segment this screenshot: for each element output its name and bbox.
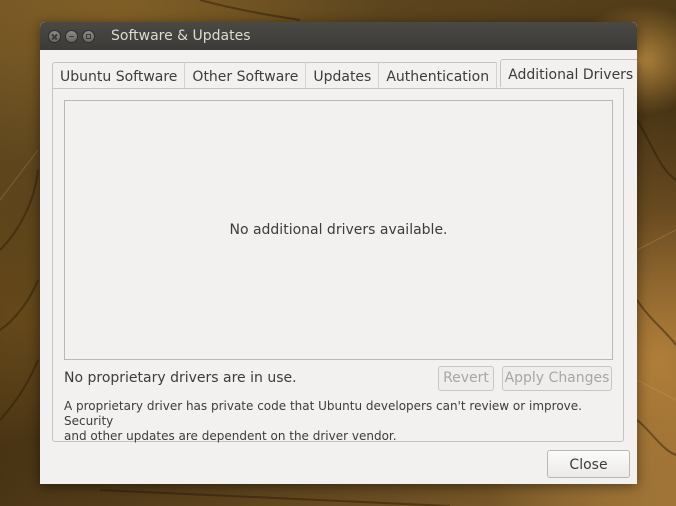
maximize-window-button[interactable] — [82, 29, 95, 43]
titlebar: Software & Updates — [40, 22, 637, 50]
tab-notebook: Ubuntu Software Other Software Updates A… — [52, 59, 637, 444]
drivers-list: No additional drivers available. — [64, 100, 613, 360]
empty-drivers-message: No additional drivers available. — [229, 222, 448, 238]
apply-changes-button[interactable]: Apply Changes — [502, 366, 612, 391]
close-button[interactable]: Close — [547, 450, 630, 478]
window-title: Software & Updates — [111, 28, 251, 44]
software-updates-window: Software & Updates Ubuntu Software Other… — [40, 22, 637, 484]
proprietary-driver-explanation: A proprietary driver has private code th… — [64, 399, 614, 444]
tab-authentication[interactable]: Authentication — [379, 62, 498, 89]
driver-status-text: No proprietary drivers are in use. — [64, 370, 297, 386]
tab-updates[interactable]: Updates — [306, 62, 380, 89]
tab-ubuntu-software[interactable]: Ubuntu Software — [52, 62, 186, 89]
tab-other-software[interactable]: Other Software — [185, 62, 307, 89]
revert-button[interactable]: Revert — [438, 366, 494, 391]
tab-bar: Ubuntu Software Other Software Updates A… — [52, 59, 637, 89]
driver-status-row: No proprietary drivers are in use. Rever… — [64, 365, 613, 392]
minimize-window-button[interactable] — [65, 29, 78, 43]
maximize-icon — [86, 33, 91, 39]
explanation-line-2: and other updates are dependent on the d… — [64, 429, 397, 443]
minimize-icon — [69, 35, 74, 38]
tab-additional-drivers[interactable]: Additional Drivers — [500, 59, 637, 87]
close-window-button[interactable] — [48, 29, 61, 43]
explanation-line-1: A proprietary driver has private code th… — [64, 399, 582, 428]
additional-drivers-page: No additional drivers available. No prop… — [52, 88, 624, 444]
